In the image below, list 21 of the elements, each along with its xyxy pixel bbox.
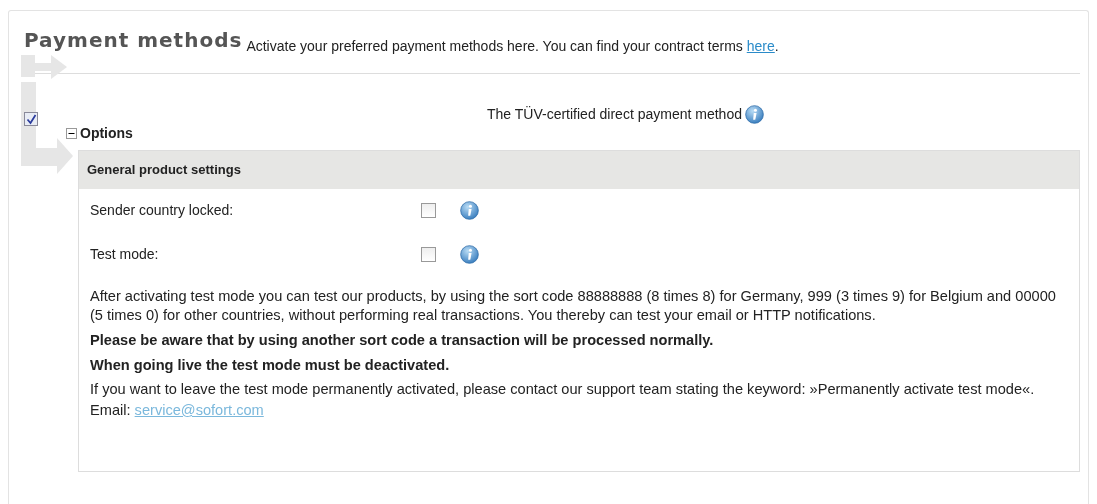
email-label: Email: <box>90 401 131 418</box>
method-description: The TÜV-certified direct payment method <box>487 105 742 124</box>
page-title: Payment methods <box>24 29 243 51</box>
intro-text: Activate your preferred payment methods here. You can find your contract terms here. <box>246 37 779 56</box>
setting-label: Sender country locked: <box>90 201 235 220</box>
options-toggle[interactable]: Options <box>80 123 133 144</box>
contract-terms-link[interactable]: here <box>746 38 775 54</box>
setting-label: Test mode: <box>90 245 160 264</box>
setting-checkbox[interactable] <box>421 203 436 218</box>
note-text: After activating test mode you can test our products, by using the sort code 88888888 (8 times 8) for Germany, 999 (3 times 9) for Belgium and 00000 (5 times 0) for other countries, without performing real transactions. You thereby can test your email or HTTP notifications. <box>90 286 1057 326</box>
note-text: If you want to leave the test mode permanently activated, please contact our support team stating the keyword: »Permanently activate test mode«. <box>90 380 1036 400</box>
method-checkbox[interactable] <box>24 112 38 126</box>
panel-heading: General product settings <box>79 151 1079 189</box>
info-icon[interactable] <box>460 245 479 264</box>
setting-checkbox[interactable] <box>421 247 436 262</box>
info-icon[interactable] <box>460 201 479 220</box>
collapse-icon[interactable] <box>66 128 77 139</box>
note-text: Please be aware that by using another sort code a transaction will be processed normally. <box>90 330 715 350</box>
note-text: When going live the test mode must be deactivated. <box>90 355 451 375</box>
info-icon[interactable] <box>744 105 764 124</box>
email-link[interactable]: service@sofort.com <box>134 401 264 418</box>
